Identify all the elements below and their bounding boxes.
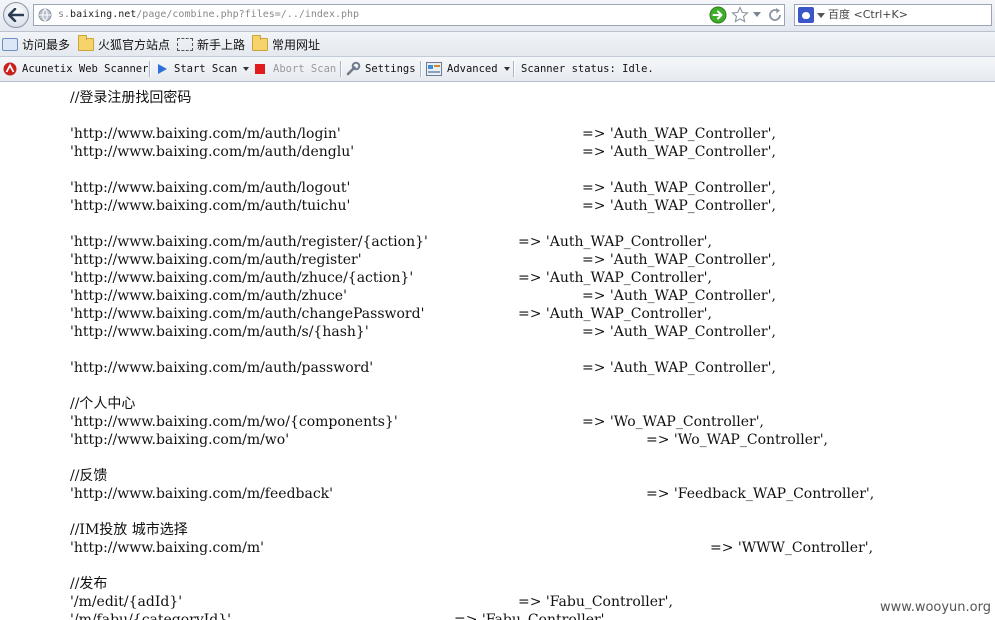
comment-feedback: //反馈 — [70, 468, 108, 484]
route-controller: => 'Wo_WAP_Controller', — [646, 432, 828, 448]
bookmarks-toolbar: 访问最多 火狐官方站点 新手上路 常用网址 — [0, 32, 995, 57]
advanced-icon — [426, 62, 442, 76]
bookmark-firefox-official[interactable]: 火狐官方站点 — [78, 34, 171, 53]
route-url: 'http://www.baixing.com/m/auth/register/… — [70, 234, 428, 250]
folder-icon — [252, 34, 268, 51]
url-domain: baixing.net — [70, 9, 137, 20]
globe-icon — [38, 8, 52, 22]
route-url: 'http://www.baixing.com/m/auth/password' — [70, 360, 374, 376]
route-url: 'http://www.baixing.com/m/auth/logout' — [70, 180, 351, 196]
navigation-toolbar: s.baixing.net/page/combine.php?files=/..… — [0, 0, 995, 32]
route-url: 'http://www.baixing.com/m/auth/denglu' — [70, 144, 355, 160]
route-url: 'http://www.baixing.com/m' — [70, 540, 264, 556]
route-url: 'http://www.baixing.com/m/feedback' — [70, 486, 334, 502]
scanner-status: Scanner status: Idle. — [521, 63, 654, 75]
search-input[interactable]: 百度 <Ctrl+K> — [828, 5, 908, 25]
comment-login: //登录注册找回密码 — [70, 90, 192, 106]
route-url: 'http://www.baixing.com/m/auth/zhuce' — [70, 288, 347, 304]
abort-scan-button[interactable]: Abort Scan — [255, 61, 336, 77]
bookmark-label: 新手上路 — [197, 37, 246, 52]
history-dropdown-icon[interactable] — [752, 11, 762, 19]
play-icon — [158, 64, 167, 74]
advanced-button[interactable]: Advanced — [426, 61, 511, 77]
route-controller: => 'Auth_WAP_Controller', — [582, 360, 776, 376]
acunetix-logo[interactable]: Acunetix Web Scanner — [3, 61, 148, 77]
comment-publish: //发布 — [70, 576, 108, 592]
comment-im-city: //IM投放 城市选择 — [70, 522, 188, 538]
route-url: 'http://www.baixing.com/m/auth/register' — [70, 252, 362, 268]
back-button[interactable] — [3, 2, 29, 28]
page-content: //登录注册找回密码 'http://www.baixing.com/m/aut… — [0, 82, 995, 620]
route-url: '/m/fabu/{categoryId}' — [70, 612, 232, 620]
route-controller: => 'Auth_WAP_Controller', — [582, 324, 776, 340]
url-path: /page/combine.php?files=/../index.php — [136, 9, 360, 20]
url-prefix: s. — [58, 9, 71, 20]
route-controller: => 'Auth_WAP_Controller', — [582, 144, 776, 160]
engine-dropdown-icon[interactable] — [817, 13, 825, 19]
toolbar-separator — [149, 61, 151, 77]
start-scan-button[interactable]: Start Scan — [156, 61, 250, 77]
wrench-icon — [346, 61, 361, 76]
route-url: 'http://www.baixing.com/m/auth/login' — [70, 126, 341, 142]
search-bar[interactable]: 百度 <Ctrl+K> — [794, 4, 992, 26]
comment-personal-center: //个人中心 — [70, 396, 136, 412]
toolbar-separator — [513, 61, 515, 77]
route-url: '/m/edit/{adId}' — [70, 594, 183, 610]
watermark: www.wooyun.org — [841, 596, 995, 620]
settings-label: Settings — [365, 63, 416, 75]
route-url: 'http://www.baixing.com/m/auth/s/{hash}' — [70, 324, 369, 340]
folder-icon — [78, 34, 94, 51]
route-url: 'http://www.baixing.com/m/auth/zhuce/{ac… — [70, 270, 414, 286]
route-url: 'http://www.baixing.com/m/wo/{components… — [70, 414, 398, 430]
chevron-down-icon — [243, 67, 250, 71]
toolbar-separator — [340, 61, 342, 77]
dashed-box-icon — [177, 37, 193, 51]
magnifier-icon — [2, 37, 18, 51]
route-controller: => 'Feedback_WAP_Controller', — [646, 486, 875, 502]
route-controller: => 'Auth_WAP_Controller', — [518, 306, 712, 322]
bookmark-label: 火狐官方站点 — [98, 37, 171, 52]
route-controller: => 'Fabu_Controller', — [454, 612, 609, 620]
settings-button[interactable]: Settings — [345, 61, 416, 77]
route-controller: => 'Fabu_Controller', — [518, 594, 673, 610]
bookmark-label: 常用网址 — [272, 37, 321, 52]
acunetix-logo-icon — [3, 62, 17, 76]
bookmark-star-icon[interactable] — [731, 6, 749, 24]
bookmark-most-visited[interactable]: 访问最多 — [2, 35, 70, 53]
route-controller: => 'Auth_WAP_Controller', — [582, 252, 776, 268]
acunetix-toolbar: Acunetix Web Scanner Start Scan Abort Sc… — [0, 57, 995, 82]
start-scan-label: Start Scan — [174, 63, 238, 75]
route-url: 'http://www.baixing.com/m/wo' — [70, 432, 290, 448]
route-url: 'http://www.baixing.com/m/auth/changePas… — [70, 306, 425, 322]
url-bar[interactable]: s.baixing.net/page/combine.php?files=/..… — [33, 4, 785, 26]
url-text[interactable]: s.baixing.net/page/combine.php?files=/..… — [58, 5, 359, 25]
route-controller: => 'Auth_WAP_Controller', — [582, 180, 776, 196]
stop-icon — [255, 64, 265, 74]
route-controller: => 'WWW_Controller', — [710, 540, 874, 556]
route-controller: => 'Auth_WAP_Controller', — [518, 270, 712, 286]
advanced-label: Advanced — [447, 63, 498, 75]
route-url: 'http://www.baixing.com/m/auth/tuichu' — [70, 198, 351, 214]
baidu-paw-icon[interactable] — [798, 7, 814, 23]
route-controller: => 'Wo_WAP_Controller', — [582, 414, 764, 430]
route-controller: => 'Auth_WAP_Controller', — [582, 288, 776, 304]
reload-icon[interactable] — [767, 7, 783, 23]
bookmark-label: 访问最多 — [22, 37, 71, 52]
chevron-down-icon — [503, 67, 510, 71]
bookmark-common-sites[interactable]: 常用网址 — [252, 34, 321, 53]
route-controller: => 'Auth_WAP_Controller', — [582, 198, 776, 214]
acunetix-label: Acunetix Web Scanner — [22, 63, 149, 75]
bookmark-getting-started[interactable]: 新手上路 — [177, 35, 245, 53]
go-arrow-icon[interactable] — [709, 6, 727, 24]
route-controller: => 'Auth_WAP_Controller', — [518, 234, 712, 250]
route-controller: => 'Auth_WAP_Controller', — [582, 126, 776, 142]
abort-scan-label: Abort Scan — [273, 63, 337, 75]
back-arrow-icon — [8, 8, 24, 22]
toolbar-separator — [420, 61, 422, 77]
